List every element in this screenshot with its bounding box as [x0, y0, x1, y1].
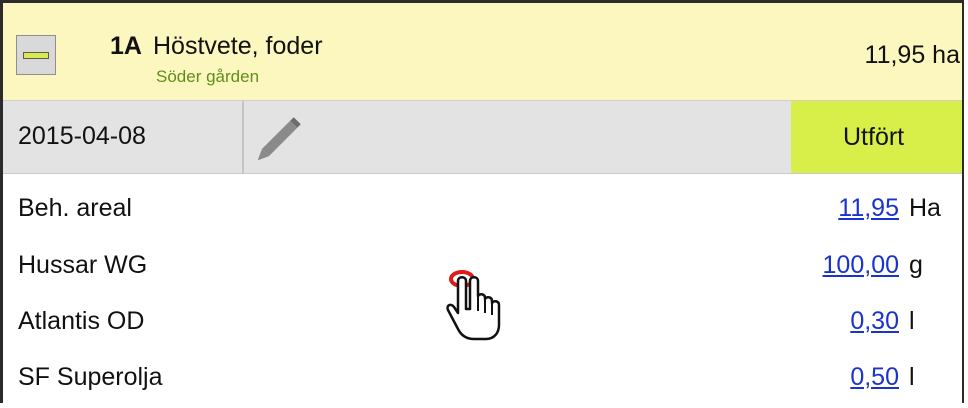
pencil-icon — [257, 117, 301, 161]
field-area: 11,95 ha — [864, 41, 960, 69]
input-unit: Ha — [909, 194, 941, 222]
input-value-link[interactable]: 0,50 — [850, 363, 899, 392]
action-date-cell[interactable]: 2015-04-08 — [3, 101, 244, 173]
input-value-link[interactable]: 100,00 — [823, 251, 899, 280]
collapse-button[interactable] — [16, 35, 56, 75]
input-row: Beh. areal 11,95 Ha — [3, 181, 962, 239]
input-unit: g — [909, 251, 923, 279]
input-label: Beh. areal — [18, 194, 132, 222]
edit-button[interactable] — [246, 101, 316, 173]
field-header: 1A Höstvete, foder Söder gården 11,95 ha — [3, 3, 962, 101]
field-crop-name: Höstvete, foder — [153, 32, 323, 60]
action-row: 2015-04-08 Utfört — [3, 101, 962, 174]
input-value-link[interactable]: 0,30 — [850, 307, 899, 336]
input-row: Hussar WG 100,00 g — [3, 238, 962, 296]
action-date: 2015-04-08 — [18, 122, 146, 150]
input-value-link[interactable]: 11,95 — [838, 194, 899, 223]
field-location: Söder gården — [156, 67, 260, 86]
status-label: Utfört — [843, 123, 905, 151]
field-code: 1A — [110, 32, 142, 60]
input-label: Atlantis OD — [18, 307, 145, 335]
input-unit: l — [909, 363, 915, 391]
input-label: SF Superolja — [18, 363, 163, 391]
collapse-minus-icon — [23, 52, 49, 59]
field-panel: 1A Höstvete, foder Söder gården 11,95 ha… — [0, 0, 964, 403]
input-row: Atlantis OD 0,30 l — [3, 294, 962, 352]
input-label: Hussar WG — [18, 251, 148, 279]
input-unit: l — [909, 307, 915, 335]
status-done-button[interactable]: Utfört — [791, 101, 962, 173]
input-row: SF Superolja 0,50 l — [3, 350, 962, 408]
